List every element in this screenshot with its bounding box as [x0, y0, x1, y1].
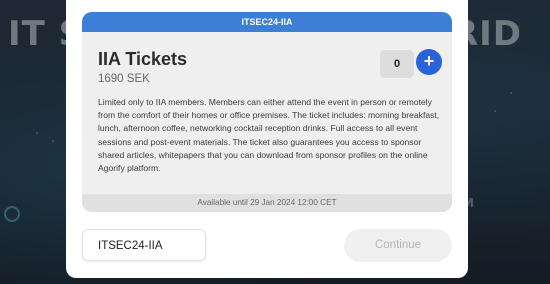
- ticket-availability: Available until 29 Jan 2024 12:00 CET: [82, 194, 452, 212]
- add-ticket-button[interactable]: +: [416, 49, 442, 75]
- continue-button[interactable]: Continue: [344, 229, 452, 262]
- ticket-modal: ITSEC24-IIA IIA Tickets 1690 SEK 0 + Lim…: [66, 0, 468, 278]
- ticket-description: Limited only to IIA members. Members can…: [98, 97, 440, 174]
- ticket-price: 1690 SEK: [98, 73, 150, 85]
- ticket-name: IIA Tickets: [98, 49, 188, 69]
- ticket-code-field[interactable]: ITSEC24-IIA: [82, 229, 206, 261]
- ticket-card-header: ITSEC24-IIA: [82, 12, 452, 32]
- ticket-quantity: 0: [380, 50, 414, 78]
- ticket-card: ITSEC24-IIA IIA Tickets 1690 SEK 0 + Lim…: [82, 12, 452, 212]
- plus-icon: +: [423, 51, 435, 71]
